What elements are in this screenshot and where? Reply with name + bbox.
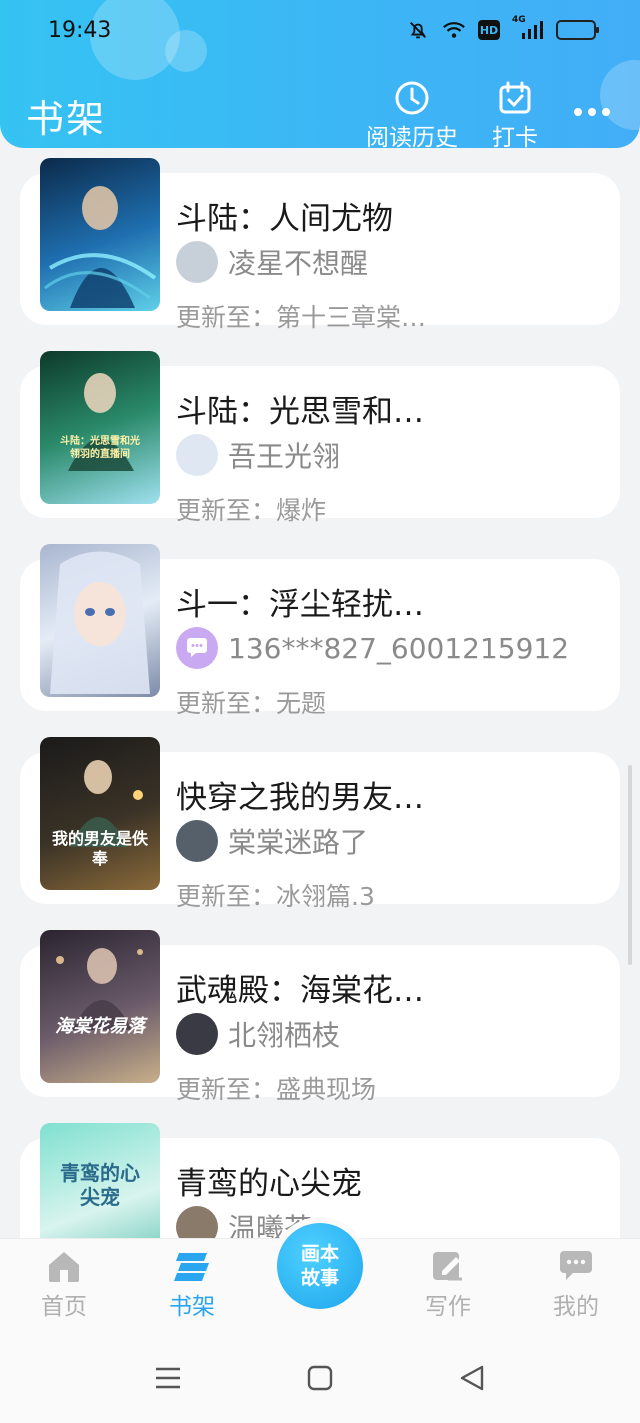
picture-story-button[interactable]: 画本 故事 [277,1223,363,1309]
nav-label: 我的 [553,1294,599,1320]
nav-mine[interactable]: 我的 [526,1249,626,1321]
author-row: 凌星不想醒 [176,241,368,283]
update-text: 更新至：无题 [176,689,327,718]
author-name: 北翎栖枝 [228,1019,341,1052]
author-name: 棠棠迷路了 [228,826,369,859]
nav-bookshelf[interactable]: 书架 [142,1249,242,1321]
center-label-line2: 故事 [300,1267,339,1289]
avatar [176,627,218,669]
nav-write[interactable]: 写作 [398,1249,498,1321]
reading-history-button[interactable]: 阅读历史 [366,80,458,148]
hd-icon: HD [478,20,500,40]
status-time: 19:43 [48,18,112,43]
avatar [176,434,218,476]
author-row: 136***827_6001215912 [176,627,569,669]
decor-bubble [600,60,640,130]
center-label-line1: 画本 [300,1243,339,1265]
scrollbar[interactable] [628,765,632,965]
book-cover[interactable]: 斗陆：光思雪和光翎羽的直播间 [40,351,160,504]
cover-text: 海棠花易落 [55,1016,145,1037]
reading-history-label: 阅读历史 [366,125,458,148]
update-text: 更新至：爆炸 [176,496,327,525]
clock-icon [395,81,429,115]
mute-bell-icon [406,18,430,42]
avatar [176,241,218,283]
book-title: 斗陆：人间尤物 [176,201,393,237]
home-square-icon[interactable] [306,1364,334,1396]
author-row: 吾王光翎 [176,434,340,476]
author-name: 凌星不想醒 [228,247,369,280]
decor-bubble [165,30,207,72]
home-icon [49,1252,79,1282]
update-text: 更新至：第十三章棠… [176,303,427,332]
chat-bubble-icon [187,638,207,657]
4g-signal-icon: 4G [512,15,544,42]
wifi-icon [442,18,466,42]
cover-text: 斗陆：光思雪和光翎羽的直播间 [60,436,140,460]
menu-icon[interactable] [154,1364,182,1396]
pen-icon [433,1252,462,1281]
nav-home[interactable]: 首页 [14,1249,114,1321]
book-title: 快穿之我的男友… [176,780,424,816]
cover-text: 青鸾的心尖宠 [60,1161,140,1209]
back-triangle-icon[interactable] [458,1364,486,1396]
network-label: 4G [512,15,526,25]
book-cover[interactable]: 青鸾的心尖宠 [40,1123,160,1238]
nav-label: 首页 [41,1294,87,1320]
checkin-button[interactable]: 打卡 [492,80,538,148]
author-name: 136***827_6001215912 [228,631,570,665]
book-title: 青鸾的心尖宠 [176,1166,362,1202]
nav-label: 写作 [425,1294,471,1320]
book-cover[interactable] [40,158,160,311]
chat-bubble-icon [560,1251,592,1280]
app-header: 19:43 HD 4G 书架 阅读历史 打卡 [0,0,640,148]
book-cover[interactable]: 我的男友是佚奉 [40,737,160,890]
page-title: 书架 [26,97,107,141]
avatar [176,1013,218,1055]
book-title: 斗一：浮尘轻扰… [176,587,424,623]
book-title: 斗陆：光思雪和… [176,394,424,430]
bookshelf-icon [174,1253,209,1281]
checkin-label: 打卡 [492,125,538,148]
more-icon[interactable] [574,108,610,116]
battery-icon [556,20,599,40]
nav-label: 书架 [169,1294,215,1320]
book-title: 武魂殿：海棠花… [176,973,424,1009]
calendar-check-icon [499,81,531,114]
bookshelf-list[interactable]: 斗陆：人间尤物 凌星不想醒 更新至：第十三章棠… 斗陆：光思雪和光翎羽的直播间 … [0,148,640,1238]
update-text: 更新至：盛典现场 [176,1075,377,1104]
system-nav-bar [0,1338,640,1423]
cover-text: 我的男友是佚奉 [51,829,148,868]
avatar [176,820,218,862]
avatar [176,1206,218,1238]
book-cover[interactable] [40,544,160,697]
author-name: 吾王光翎 [228,440,341,473]
author-row: 北翎栖枝 [176,1013,340,1055]
update-text: 更新至：冰翎篇.3 [176,882,375,911]
book-cover[interactable]: 海棠花易落 [40,930,160,1083]
author-row: 棠棠迷路了 [176,820,368,862]
status-icons: HD 4G [406,15,599,42]
